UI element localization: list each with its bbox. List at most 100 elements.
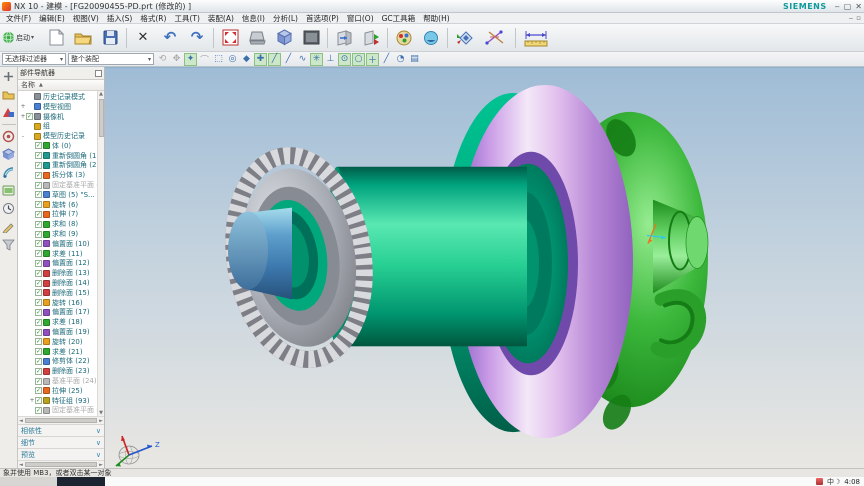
part-navigator-icon[interactable] bbox=[2, 130, 15, 143]
tree-row[interactable]: 偏置面 (10) bbox=[18, 239, 104, 249]
checkbox-icon[interactable] bbox=[35, 299, 42, 307]
scroll-right-icon[interactable]: ► bbox=[99, 462, 103, 468]
tree-row[interactable]: 历史记录模式 bbox=[18, 92, 104, 102]
checkbox-icon[interactable] bbox=[35, 406, 42, 414]
tray-app-icon[interactable] bbox=[815, 478, 823, 485]
tree-row[interactable]: + 特征组 (93) bbox=[18, 396, 104, 406]
menu-item[interactable]: 工具(T) bbox=[170, 13, 203, 24]
tree-row[interactable]: 求和 (9) bbox=[18, 229, 104, 239]
menu-item[interactable]: 帮助(H) bbox=[419, 13, 454, 24]
tree-row[interactable]: 固定基准平面 (4) bbox=[18, 180, 104, 190]
web-browser-icon[interactable] bbox=[2, 184, 15, 197]
checkbox-icon[interactable] bbox=[35, 240, 42, 248]
tree-row[interactable]: - 模型历史记录 bbox=[18, 131, 104, 141]
clip-work-section-button[interactable] bbox=[358, 25, 384, 51]
scrollbar-thumb[interactable] bbox=[98, 99, 104, 137]
checkbox-icon[interactable] bbox=[35, 220, 42, 228]
hd3d-tools-icon[interactable] bbox=[2, 166, 15, 179]
tree-vertical-scrollbar[interactable]: ▲ ▼ bbox=[97, 91, 104, 416]
checkbox-icon[interactable] bbox=[35, 210, 42, 218]
checkbox-icon[interactable] bbox=[35, 348, 42, 356]
checkbox-icon[interactable] bbox=[35, 250, 42, 258]
dimension-button[interactable] bbox=[519, 25, 553, 51]
tree-row[interactable]: 旋转 (6) bbox=[18, 200, 104, 210]
snap-point-toggle[interactable]: ▤ bbox=[408, 53, 421, 66]
checkbox-icon[interactable] bbox=[35, 328, 42, 336]
reuse-library-icon[interactable] bbox=[2, 148, 15, 161]
collapsible-panel-header[interactable]: 预览 ∨ bbox=[18, 448, 104, 460]
scroll-down-icon[interactable]: ▼ bbox=[99, 410, 103, 416]
tree-row[interactable]: 拉伸 (7) bbox=[18, 210, 104, 220]
tree-row[interactable]: 删除面 (14) bbox=[18, 278, 104, 288]
snap-point-toggle[interactable]: ◎ bbox=[226, 53, 239, 66]
checkbox-icon[interactable] bbox=[35, 338, 42, 346]
tree-row[interactable]: 拆分体 (3) bbox=[18, 170, 104, 180]
maximize-button[interactable]: ▢ bbox=[844, 2, 852, 11]
snap-point-toggle[interactable]: ✥ bbox=[170, 53, 183, 66]
snap-point-toggle[interactable]: ⟲ bbox=[156, 53, 169, 66]
snap-point-toggle[interactable]: ○ bbox=[352, 52, 365, 66]
checkbox-icon[interactable] bbox=[35, 377, 42, 385]
menu-item[interactable]: 格式(R) bbox=[136, 13, 170, 24]
name-column-header[interactable]: 名称 ▲ bbox=[18, 80, 104, 91]
tree-row[interactable]: 重新倒圆角 (1) bbox=[18, 151, 104, 161]
checkbox-icon[interactable] bbox=[35, 318, 42, 326]
redo-button[interactable]: ↷ bbox=[184, 25, 210, 51]
tree-row[interactable]: 修剪体 (22) bbox=[18, 357, 104, 367]
true-shading-button[interactable] bbox=[418, 25, 444, 51]
snap-point-toggle[interactable]: ⬚ bbox=[212, 53, 225, 66]
tree-row[interactable]: 删除面 (13) bbox=[18, 268, 104, 278]
tree-row[interactable]: 求差 (18) bbox=[18, 317, 104, 327]
shaded-display-button[interactable] bbox=[271, 25, 297, 51]
snap-point-toggle[interactable]: ＋ bbox=[366, 52, 379, 66]
tree-row[interactable]: 基准平面 (24) bbox=[18, 376, 104, 386]
save-button[interactable] bbox=[97, 25, 123, 51]
checkbox-icon[interactable] bbox=[35, 230, 42, 238]
tree-row[interactable]: + 模型视图 bbox=[18, 102, 104, 112]
open-file-button[interactable] bbox=[70, 25, 96, 51]
collapsible-panel-header[interactable]: 细节 ∨ bbox=[18, 436, 104, 448]
tree-row[interactable]: + 摄像机 bbox=[18, 112, 104, 122]
view-orient-button[interactable] bbox=[244, 25, 270, 51]
checkbox-icon[interactable] bbox=[35, 279, 42, 287]
role-palette-button[interactable] bbox=[391, 25, 417, 51]
tree-row[interactable]: 偏置面 (12) bbox=[18, 259, 104, 269]
snap-point-toggle[interactable]: ╱ bbox=[268, 52, 281, 66]
expander-icon[interactable]: - bbox=[20, 133, 26, 140]
snap-point-toggle[interactable]: ✦ bbox=[184, 52, 197, 66]
checkbox-icon[interactable] bbox=[35, 181, 42, 189]
close-button[interactable]: ✕ bbox=[855, 2, 862, 11]
tree-row[interactable]: 草图 (5) "S... bbox=[18, 190, 104, 200]
history-icon[interactable] bbox=[2, 202, 15, 215]
scroll-right-icon[interactable]: ► bbox=[99, 418, 103, 424]
menu-item[interactable]: 文件(F) bbox=[2, 13, 35, 24]
tree-row[interactable]: 旋转 (16) bbox=[18, 298, 104, 308]
tree-row[interactable]: 求差 (11) bbox=[18, 249, 104, 259]
viewport-3d[interactable]: Z bbox=[105, 67, 864, 468]
checkbox-icon[interactable] bbox=[35, 308, 42, 316]
scrollbar-thumb[interactable] bbox=[24, 418, 98, 423]
menu-item[interactable]: 窗口(O) bbox=[343, 13, 378, 24]
checkbox-icon[interactable] bbox=[35, 142, 42, 150]
tray-item[interactable]: ☽ bbox=[834, 478, 840, 486]
menu-item[interactable]: 插入(S) bbox=[103, 13, 137, 24]
snap-point-toggle[interactable]: ∿ bbox=[296, 53, 309, 66]
snap-point-toggle[interactable]: ╱ bbox=[380, 53, 393, 66]
tree-row[interactable]: 删除面 (23) bbox=[18, 366, 104, 376]
checkbox-icon[interactable] bbox=[35, 387, 42, 395]
tree-row[interactable]: 组 bbox=[18, 121, 104, 131]
tray-item[interactable]: 中 bbox=[827, 478, 834, 486]
expander-icon[interactable]: + bbox=[20, 103, 26, 110]
snap-point-toggle[interactable]: ✚ bbox=[254, 52, 267, 66]
new-file-button[interactable] bbox=[43, 25, 69, 51]
snap-point-toggle[interactable]: ⊥ bbox=[324, 53, 337, 66]
menu-item[interactable]: 装配(A) bbox=[204, 13, 238, 24]
scroll-up-icon[interactable]: ▲ bbox=[99, 91, 103, 97]
checkbox-icon[interactable] bbox=[35, 191, 42, 199]
checkbox-icon[interactable] bbox=[35, 161, 42, 169]
taskbar-app-button[interactable] bbox=[57, 477, 105, 486]
scroll-left-icon[interactable]: ◄ bbox=[19, 418, 23, 424]
menu-item[interactable]: 信息(I) bbox=[238, 13, 269, 24]
tree-row[interactable]: 体 (0) bbox=[18, 141, 104, 151]
child-minimize-button[interactable]: ‒ bbox=[849, 14, 853, 22]
